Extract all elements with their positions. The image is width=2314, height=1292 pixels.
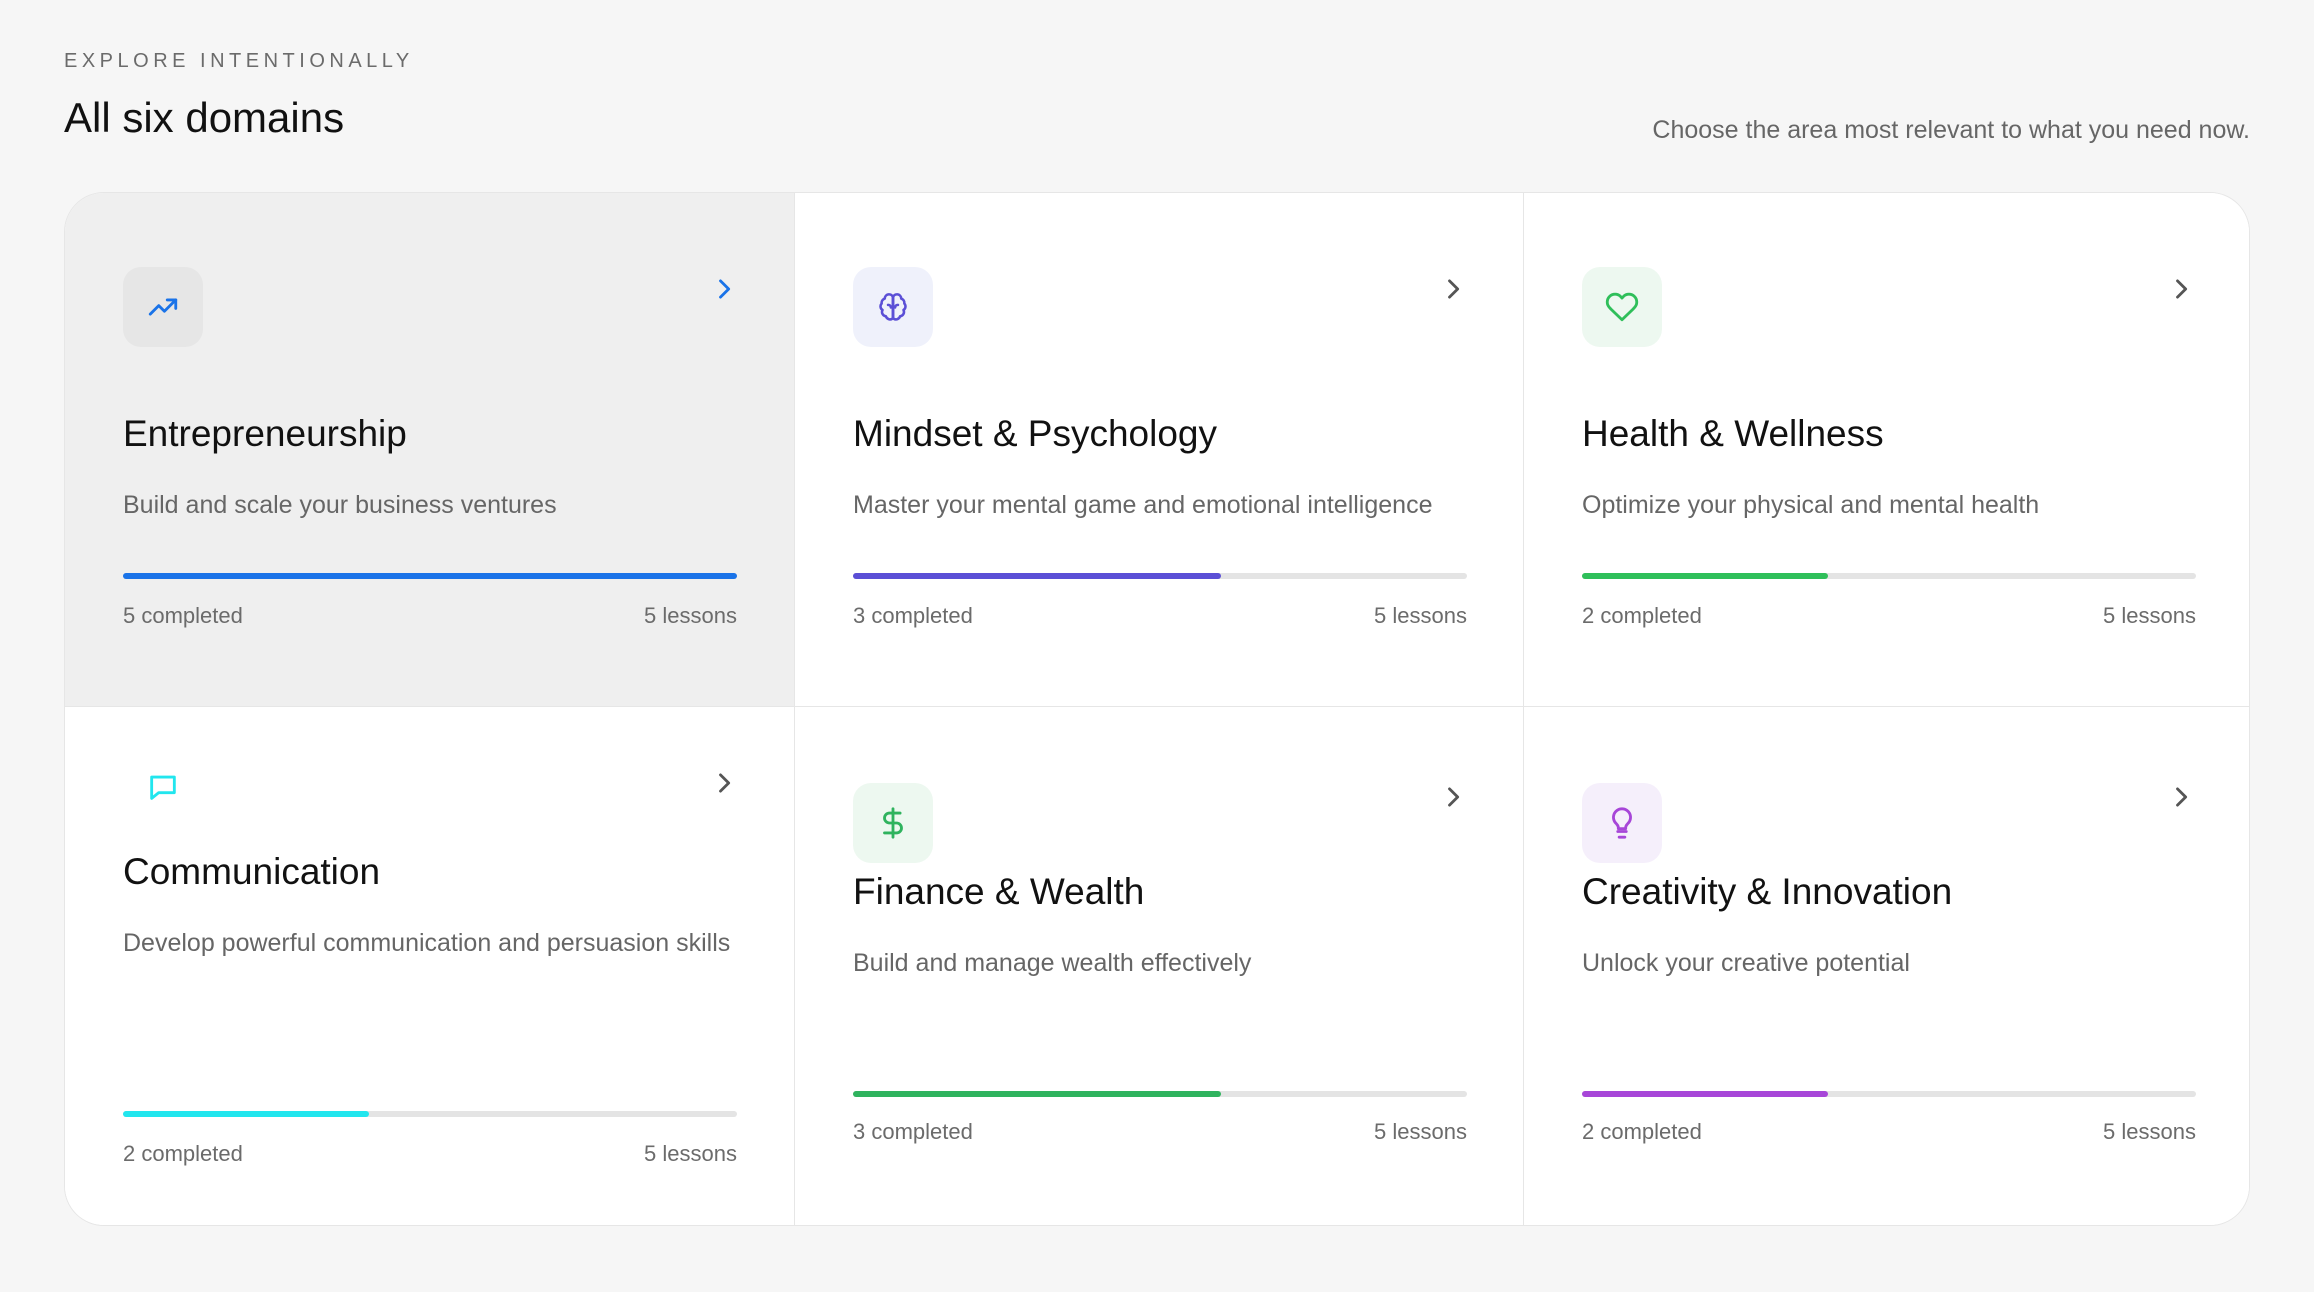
progress-meta: 2 completed 5 lessons xyxy=(1582,603,2196,629)
section-subtitle: Choose the area most relevant to what yo… xyxy=(1652,116,2250,144)
progress-bar xyxy=(123,573,737,579)
domain-card-health[interactable]: Health & Wellness Optimize your physical… xyxy=(1524,193,2249,707)
chevron-right-icon[interactable] xyxy=(2167,783,2195,811)
domain-card-creativity[interactable]: Creativity & Innovation Unlock your crea… xyxy=(1524,707,2249,1225)
completed-count: 2 completed xyxy=(1582,603,1702,628)
progress-meta: 2 completed 5 lessons xyxy=(1582,1119,2196,1145)
heart-icon xyxy=(1582,267,1662,347)
dollar-icon xyxy=(853,783,933,863)
chevron-right-icon[interactable] xyxy=(1439,783,1467,811)
completed-count: 2 completed xyxy=(123,1141,243,1166)
progress-fill xyxy=(123,573,737,579)
domain-description: Optimize your physical and mental health xyxy=(1582,491,2040,519)
trending-up-icon xyxy=(123,267,203,347)
progress-bar xyxy=(123,1111,737,1117)
message-icon xyxy=(123,747,203,827)
domain-title: Mindset & Psychology xyxy=(853,413,1218,454)
page-title: All six domains xyxy=(64,94,345,141)
progress-fill xyxy=(853,573,1222,579)
domain-description: Unlock your creative potential xyxy=(1582,949,1910,977)
progress-meta: 3 completed 5 lessons xyxy=(853,603,1467,629)
lessons-count: 5 lessons xyxy=(644,603,737,628)
chevron-right-icon[interactable] xyxy=(710,769,738,797)
lessons-count: 5 lessons xyxy=(2103,603,2196,628)
progress-fill xyxy=(853,1091,1222,1097)
chevron-right-icon[interactable] xyxy=(710,275,738,303)
completed-count: 3 completed xyxy=(853,1119,973,1144)
progress-fill xyxy=(1582,1091,1828,1097)
progress-meta: 2 completed 5 lessons xyxy=(123,1141,737,1167)
domain-description: Build and manage wealth effectively xyxy=(853,949,1252,977)
progress-meta: 3 completed 5 lessons xyxy=(853,1119,1467,1145)
brain-icon xyxy=(853,267,933,347)
domain-card-finance[interactable]: Finance & Wealth Build and manage wealth… xyxy=(795,707,1524,1225)
chevron-right-icon[interactable] xyxy=(1439,275,1467,303)
progress-bar xyxy=(1582,1091,2196,1097)
domain-card-communication[interactable]: Communication Develop powerful communica… xyxy=(65,707,795,1225)
lightbulb-icon xyxy=(1582,783,1662,863)
completed-count: 2 completed xyxy=(1582,1119,1702,1144)
chevron-right-icon[interactable] xyxy=(2167,275,2195,303)
domain-title: Entrepreneurship xyxy=(123,413,407,454)
progress-bar xyxy=(853,573,1467,579)
domains-grid: Entrepreneurship Build and scale your bu… xyxy=(64,192,2250,1226)
completed-count: 3 completed xyxy=(853,603,973,628)
progress-meta: 5 completed 5 lessons xyxy=(123,603,737,629)
domain-description: Develop powerful communication and persu… xyxy=(123,929,731,957)
domain-title: Creativity & Innovation xyxy=(1582,871,1953,912)
completed-count: 5 completed xyxy=(123,603,243,628)
lessons-count: 5 lessons xyxy=(2103,1119,2196,1144)
progress-fill xyxy=(123,1111,369,1117)
domain-card-entrepreneurship[interactable]: Entrepreneurship Build and scale your bu… xyxy=(65,193,795,707)
progress-bar xyxy=(1582,573,2196,579)
domain-description: Master your mental game and emotional in… xyxy=(853,491,1433,519)
domain-title: Communication xyxy=(123,851,381,892)
section-eyebrow: EXPLORE INTENTIONALLY xyxy=(64,50,414,72)
domain-description: Build and scale your business ventures xyxy=(123,491,557,519)
lessons-count: 5 lessons xyxy=(1374,1119,1467,1144)
domain-title: Health & Wellness xyxy=(1582,413,1884,454)
domain-card-mindset[interactable]: Mindset & Psychology Master your mental … xyxy=(795,193,1524,707)
lessons-count: 5 lessons xyxy=(644,1141,737,1166)
progress-fill xyxy=(1582,573,1828,579)
lessons-count: 5 lessons xyxy=(1374,603,1467,628)
progress-bar xyxy=(853,1091,1467,1097)
domain-title: Finance & Wealth xyxy=(853,871,1145,912)
